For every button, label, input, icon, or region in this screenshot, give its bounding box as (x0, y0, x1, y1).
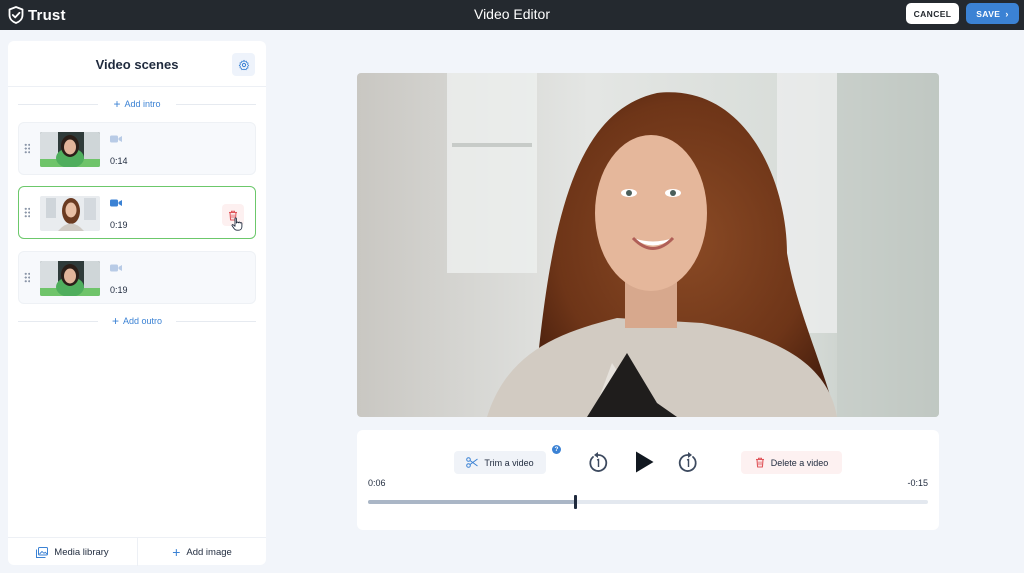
scene-duration: 0:19 (110, 220, 128, 230)
media-library-button[interactable]: Media library (8, 538, 137, 566)
progress-handle[interactable] (573, 495, 577, 509)
remaining-time: -0:15 (907, 478, 928, 488)
scene-thumbnail (40, 261, 100, 296)
gear-icon (238, 59, 249, 70)
video-camera-icon (110, 135, 122, 143)
play-icon[interactable] (632, 450, 656, 474)
drag-handle-icon[interactable] (24, 272, 30, 283)
page-title: Video Editor (473, 6, 550, 22)
drag-handle-icon[interactable] (24, 207, 30, 218)
panel-footer: Media library + Add image (8, 537, 266, 566)
video-scenes-panel: Video scenes + Add intro 0:14 0:19 0:19 … (8, 41, 266, 566)
panel-title: Video scenes (95, 57, 179, 72)
video-camera-icon (110, 199, 122, 207)
scene-card[interactable]: 0:19 (18, 251, 256, 304)
trim-video-label: Trim a video (484, 457, 534, 468)
add-intro-link[interactable]: + Add intro (18, 97, 256, 111)
add-image-label: Add image (186, 546, 232, 558)
scene-card[interactable]: 0:14 (18, 122, 256, 175)
video-camera-icon (110, 264, 122, 272)
trash-icon (755, 457, 764, 468)
panel-header: Video scenes (8, 41, 266, 87)
chevron-right-icon: › (1005, 8, 1009, 19)
add-intro-label: Add intro (124, 99, 161, 109)
plus-icon: + (172, 544, 181, 560)
image-gallery-icon (36, 546, 49, 558)
scissors-icon (466, 457, 479, 468)
delete-video-label: Delete a video (770, 457, 829, 468)
scene-duration: 0:14 (110, 156, 128, 166)
add-outro-link[interactable]: + Add outro (18, 314, 256, 328)
plus-icon: + (113, 97, 121, 111)
progress-fill (368, 500, 576, 504)
settings-button[interactable] (232, 53, 255, 76)
drag-handle-icon[interactable] (24, 143, 30, 154)
hand-cursor-icon (231, 217, 243, 231)
help-icon[interactable]: ? (552, 445, 561, 454)
trim-video-button[interactable]: Trim a video (454, 451, 546, 474)
plus-icon: + (111, 314, 119, 328)
progress-track[interactable] (368, 495, 928, 509)
fast-forward-icon[interactable] (677, 450, 699, 474)
scene-thumbnail (40, 196, 100, 231)
top-bar: Trust Video Editor CANCEL SAVE › (0, 0, 1024, 30)
add-outro-label: Add outro (122, 316, 163, 326)
player-controls: Trim a video ? Delete a video 0:06 -0:15 (357, 430, 939, 530)
media-library-label: Media library (54, 546, 109, 558)
scene-card-selected[interactable]: 0:19 (18, 186, 256, 239)
add-image-button[interactable]: + Add image (137, 538, 266, 566)
video-preview[interactable] (357, 73, 939, 417)
cancel-button[interactable]: CANCEL (906, 3, 959, 24)
add-intro-row: + Add intro (18, 97, 256, 111)
current-time: 0:06 (368, 478, 386, 488)
delete-video-button[interactable]: Delete a video (741, 451, 842, 474)
add-outro-row: + Add outro (18, 314, 256, 328)
scene-duration: 0:19 (110, 285, 128, 295)
rewind-icon[interactable] (587, 450, 609, 474)
save-button-label: SAVE (976, 8, 1001, 19)
scene-thumbnail (40, 132, 100, 167)
save-button[interactable]: SAVE › (966, 3, 1019, 24)
